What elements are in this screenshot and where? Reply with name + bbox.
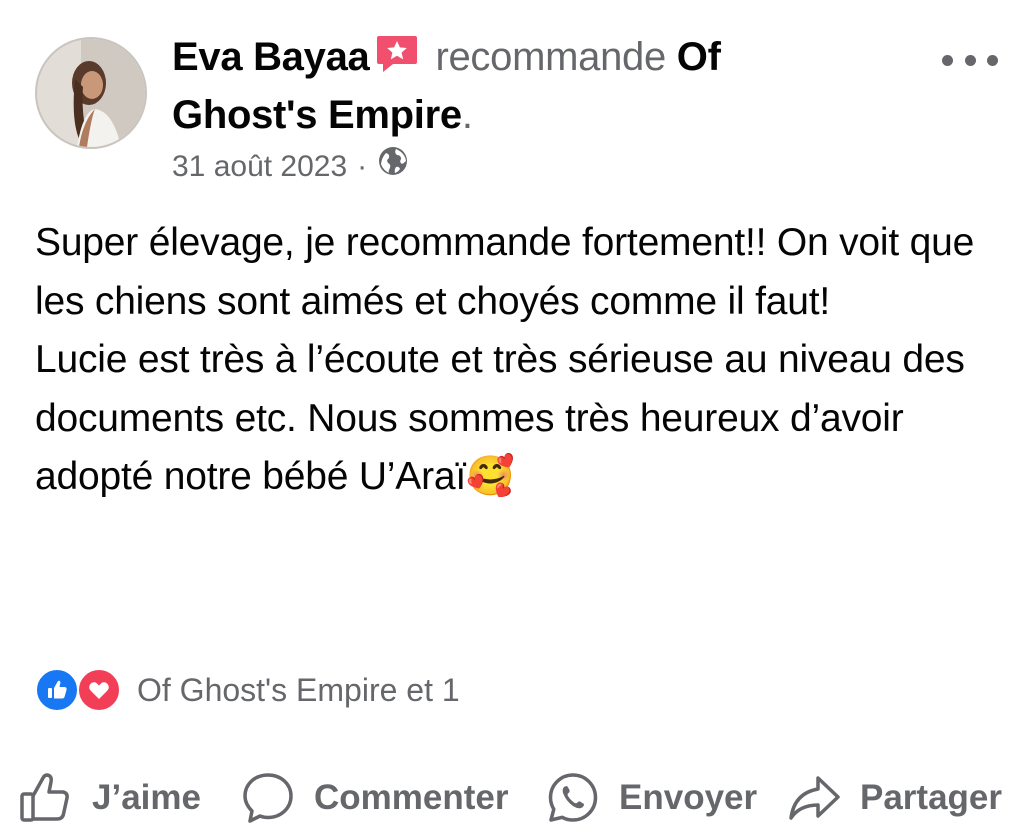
post-paragraph: Lucie est très à l’écoute et très sérieu…	[35, 338, 965, 498]
header-period: .	[461, 93, 473, 137]
author-name[interactable]: Eva Bayaa	[172, 35, 370, 79]
meta-separator: ·	[357, 149, 368, 183]
post-meta: 31 août 2023 ·	[172, 145, 409, 188]
recommendation-post: Eva Bayaa recommande Of Ghost's Empire. …	[0, 0, 1024, 837]
avatar-photo	[37, 39, 145, 147]
recommend-verb: recommande	[435, 35, 666, 79]
post-paragraph: Super élevage, je recommande fortement!!…	[35, 221, 975, 323]
share-button[interactable]: Partager	[786, 765, 1002, 831]
love-reaction-icon	[77, 668, 121, 712]
comment-button[interactable]: Commenter	[240, 765, 508, 831]
send-button[interactable]: Envoyer	[545, 765, 757, 831]
more-dot-icon	[987, 54, 998, 66]
like-button[interactable]: J’aime	[18, 765, 201, 831]
action-bar: J’aime Commenter Envoyer Partager	[0, 765, 1024, 831]
post-date[interactable]: 31 août 2023	[172, 147, 347, 187]
comment-icon	[243, 773, 293, 823]
like-label: J’aime	[92, 778, 201, 817]
share-arrow-icon	[789, 776, 840, 820]
like-reaction-icon	[35, 668, 79, 712]
share-label: Partager	[860, 778, 1003, 817]
whatsapp-icon	[548, 773, 598, 822]
thumbs-up-icon	[20, 773, 69, 822]
author-avatar[interactable]	[35, 37, 147, 149]
post-body: Super élevage, je recommande fortement!!…	[35, 214, 995, 507]
comment-label: Commenter	[314, 778, 509, 817]
send-label: Envoyer	[619, 778, 758, 817]
more-options-button[interactable]	[942, 50, 998, 70]
post-header: Eva Bayaa recommande Of Ghost's Empire.	[172, 30, 812, 142]
more-dot-icon	[964, 54, 976, 66]
reactions-summary[interactable]: Of Ghost's Empire et 1	[35, 668, 460, 712]
recommend-badge-icon	[375, 34, 419, 88]
globe-icon	[377, 145, 409, 188]
more-dot-icon	[942, 54, 953, 66]
reaction-icons	[35, 668, 127, 712]
reactions-text: Of Ghost's Empire et 1	[137, 671, 460, 708]
